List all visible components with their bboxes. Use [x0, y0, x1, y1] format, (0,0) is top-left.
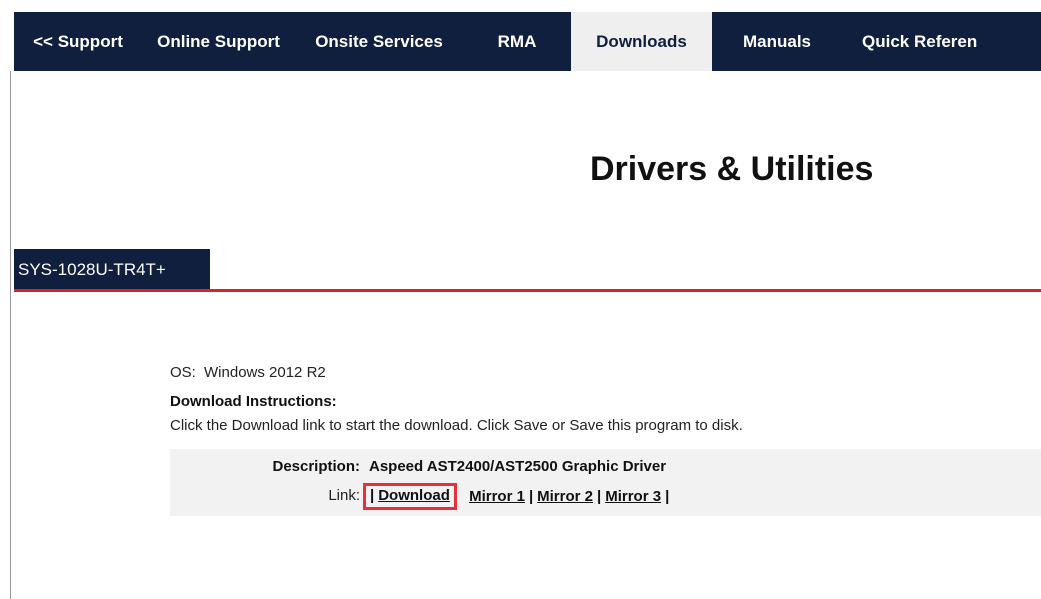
description-value: Aspeed AST2400/AST2500 Graphic Driver: [369, 458, 667, 475]
os-line: OS: Windows 2012 R2: [170, 364, 326, 381]
mirror-2-link[interactable]: Mirror 2: [537, 488, 593, 505]
os-label: OS:: [170, 364, 196, 381]
link-separator: |: [528, 488, 534, 505]
os-value: Windows 2012 R2: [204, 364, 326, 381]
download-links: |Download | Mirror 1 | Mirror 2 | Mirror…: [363, 483, 673, 510]
top-navigation-bar: << Support Online Support Onsite Service…: [14, 12, 1041, 71]
download-details-panel: Description: Aspeed AST2400/AST2500 Grap…: [170, 449, 1041, 516]
download-highlight-box: | Download: [363, 483, 457, 510]
nav-item-online-support[interactable]: Online Support: [142, 12, 295, 71]
instructions-text: Click the Download link to start the dow…: [170, 417, 743, 434]
link-separator: |: [665, 488, 670, 505]
model-tab[interactable]: SYS-1028U-TR4T+: [14, 249, 210, 290]
description-label: Description:: [272, 458, 360, 475]
mirror-3-link[interactable]: Mirror 3: [605, 488, 661, 505]
download-link[interactable]: Download: [378, 487, 450, 504]
nav-item-support-back[interactable]: << Support: [14, 12, 142, 71]
link-separator: |: [597, 488, 602, 505]
page-title: Drivers & Utilities: [590, 150, 874, 188]
link-separator: |: [370, 487, 375, 504]
link-label: Link:: [328, 487, 360, 504]
nav-item-quick-reference[interactable]: Quick Referen: [842, 12, 1041, 71]
instructions-title: Download Instructions:: [170, 393, 337, 410]
tab-underline-divider: [14, 289, 1041, 292]
nav-item-downloads[interactable]: Downloads: [571, 12, 712, 71]
nav-item-manuals[interactable]: Manuals: [712, 12, 842, 71]
nav-item-onsite-services[interactable]: Onsite Services: [295, 12, 463, 71]
left-border-line: [10, 71, 11, 599]
mirror-1-link[interactable]: Mirror 1: [469, 488, 525, 505]
nav-item-rma[interactable]: RMA: [463, 12, 571, 71]
